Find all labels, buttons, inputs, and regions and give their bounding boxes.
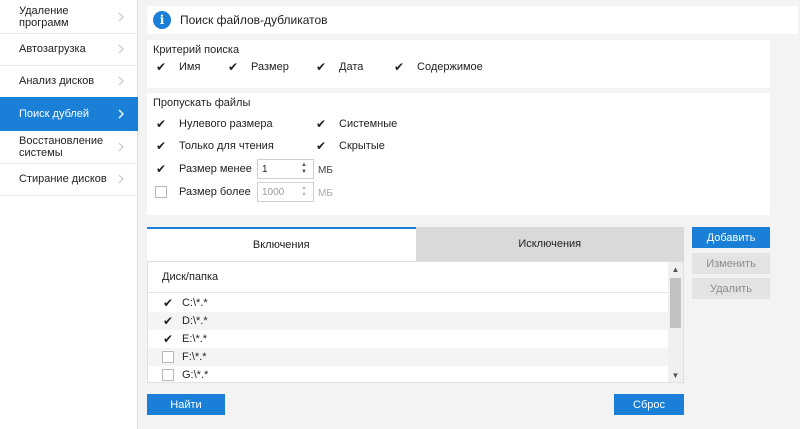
tab-exclude[interactable]: Исключения (415, 227, 684, 261)
size-more-unit: МБ (318, 188, 333, 199)
chevron-right-icon (118, 76, 124, 85)
spinner-arrows-icon[interactable]: ▲ ▼ (298, 160, 310, 178)
skip-zero-size-checkbox[interactable]: ✔ Нулевого размера (155, 118, 273, 130)
skip-files-panel: Пропускать файлы ✔ Нулевого размера ✔ Си… (147, 93, 770, 215)
sidebar-item-disk-wipe[interactable]: Стирание дисков (0, 162, 138, 196)
chevron-right-icon (118, 174, 124, 183)
spinner-arrows-icon[interactable]: ▲ ▼ (298, 183, 310, 201)
checkmark-icon: ✔ (155, 162, 167, 176)
checkmark-icon: ✔ (155, 117, 167, 131)
list-scrollbar[interactable]: ▲ ▼ (668, 262, 683, 382)
size-more-input[interactable] (258, 183, 298, 201)
sidebar-item-label: Поиск дублей (19, 107, 90, 120)
checkmark-icon[interactable]: ✔ (162, 333, 174, 345)
checkmark-icon: ✔ (227, 60, 239, 74)
sidebar-item-autorun[interactable]: Автозагрузка (0, 32, 138, 66)
include-exclude-tabs: Включения Исключения (147, 227, 684, 261)
scroll-thumb[interactable] (670, 278, 681, 328)
sidebar-item-label: Стирание дисков (19, 172, 107, 185)
find-button[interactable]: Найти (147, 394, 225, 415)
chevron-right-icon (118, 12, 124, 21)
chevron-right-icon (118, 109, 124, 118)
size-less-input[interactable] (258, 160, 298, 178)
sidebar-item-label: Восстановление системы (19, 134, 104, 159)
size-more-stepper[interactable]: ▲▼ (257, 182, 314, 202)
sidebar-item-duplicates[interactable]: Поиск дублей (0, 97, 138, 131)
chevron-right-icon (118, 142, 124, 151)
skip-size-less-checkbox[interactable]: ✔ Размер менее (155, 163, 252, 175)
search-criteria-panel: Критерий поиска ✔ Имя ✔ Размер ✔ Дата ✔ … (147, 40, 770, 88)
folder-list: Диск/папка ✔ C:\*.* ✔ D:\*.* ✔ E:\*.* F:… (147, 261, 684, 383)
sidebar-item-disk-analysis[interactable]: Анализ дисков (0, 64, 138, 98)
criteria-content-checkbox[interactable]: ✔ Содержимое (393, 61, 483, 73)
checkbox-empty-icon[interactable] (162, 351, 174, 363)
panel-title: Критерий поиска (153, 44, 240, 56)
size-less-stepper[interactable]: ▲▼ (257, 159, 314, 179)
checkmark-icon: ✔ (315, 60, 327, 74)
sidebar-item-label: Анализ дисков (19, 74, 95, 87)
column-header[interactable]: Диск/папка (148, 262, 668, 293)
checkmark-icon: ✔ (155, 60, 167, 74)
list-item[interactable]: G:\*.* (148, 366, 668, 382)
panel-title: Пропускать файлы (153, 97, 251, 109)
sidebar: Удаление программ Автозагрузка Анализ ди… (0, 0, 138, 429)
chevron-right-icon (118, 44, 124, 53)
checkmark-icon[interactable]: ✔ (162, 315, 174, 327)
skip-read-only-checkbox[interactable]: ✔ Только для чтения (155, 140, 274, 152)
skip-hidden-checkbox[interactable]: ✔ Скрытые (315, 140, 385, 152)
reset-button[interactable]: Сброс (614, 394, 684, 415)
checkmark-icon: ✔ (155, 139, 167, 153)
delete-button[interactable]: Удалить (692, 278, 770, 299)
scroll-down-icon[interactable]: ▼ (668, 368, 683, 382)
edit-button[interactable]: Изменить (692, 253, 770, 274)
checkbox-empty-icon[interactable] (162, 369, 174, 381)
criteria-name-checkbox[interactable]: ✔ Имя (155, 61, 200, 73)
checkmark-icon: ✔ (315, 139, 327, 153)
criteria-size-checkbox[interactable]: ✔ Размер (227, 61, 289, 73)
criteria-date-checkbox[interactable]: ✔ Дата (315, 61, 363, 73)
checkmark-icon: ✔ (393, 60, 405, 74)
checkmark-icon[interactable]: ✔ (162, 297, 174, 309)
skip-size-more-checkbox[interactable]: Размер более (155, 186, 251, 198)
size-less-unit: МБ (318, 165, 333, 176)
checkmark-icon: ✔ (315, 117, 327, 131)
list-item[interactable]: ✔ E:\*.* (148, 330, 668, 348)
info-icon: i (153, 11, 171, 29)
sidebar-item-system-restore[interactable]: Восстановление системы (0, 130, 138, 164)
sidebar-item-label: Удаление программ (19, 4, 69, 29)
skip-system-checkbox[interactable]: ✔ Системные (315, 118, 397, 130)
sidebar-item-uninstall[interactable]: Удаление программ (0, 0, 138, 34)
list-item[interactable]: ✔ C:\*.* (148, 294, 668, 312)
checkbox-empty-icon (155, 186, 167, 198)
add-button[interactable]: Добавить (692, 227, 770, 248)
page-header: i Поиск файлов-дубликатов (147, 6, 798, 34)
page-title: Поиск файлов-дубликатов (180, 13, 328, 27)
scroll-up-icon[interactable]: ▲ (668, 262, 683, 276)
tab-include[interactable]: Включения (147, 227, 416, 261)
list-item[interactable]: ✔ D:\*.* (148, 312, 668, 330)
list-item[interactable]: F:\*.* (148, 348, 668, 366)
sidebar-item-label: Автозагрузка (19, 42, 86, 55)
